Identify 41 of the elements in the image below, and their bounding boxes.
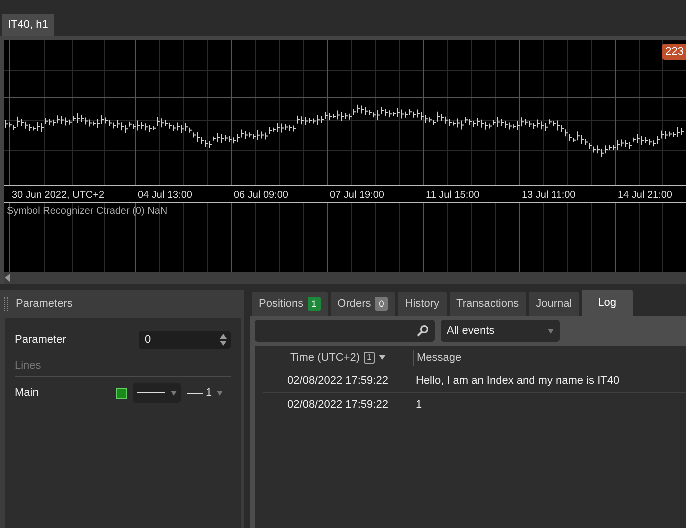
solid-line-icon: [137, 392, 165, 394]
time-axis-label: 06 Jul 09:00: [234, 190, 288, 201]
dropdown-arrow-icon: [171, 390, 177, 396]
time-axis-label: 14 Jul 21:00: [618, 190, 672, 201]
tab[interactable]: Orders 0: [330, 292, 396, 316]
time-axis-label: 11 Jul 15:00: [426, 190, 480, 201]
tab[interactable]: Transactions: [450, 292, 526, 316]
tab[interactable]: History: [398, 292, 447, 316]
spinner-arrows-icon[interactable]: [220, 334, 227, 346]
table-cell: 1: [416, 398, 422, 410]
section-label: Lines: [15, 360, 42, 372]
scroll-left-icon[interactable]: [5, 274, 11, 282]
table-cell: 02/08/2022 17:59:22: [288, 398, 388, 410]
line-label: Main: [15, 387, 39, 399]
color-swatch[interactable]: [116, 388, 127, 398]
dropdown-arrow-icon: [217, 390, 224, 396]
column-header[interactable]: Time (UTC+2): [290, 352, 360, 364]
table-cell: Hello, I am an Index and my name is IT40: [416, 374, 620, 386]
tab[interactable]: Journal: [529, 292, 580, 316]
dropdown-arrow-icon: [548, 328, 554, 334]
search-icon: [417, 325, 429, 337]
table-cell: 02/08/2022 17:59:22: [288, 374, 388, 386]
parameter-label: Parameter: [15, 334, 66, 346]
chart-tab[interactable]: IT40, h1: [2, 14, 54, 36]
thickness-dropdown[interactable]: 1: [187, 387, 231, 399]
indicator-label: Symbol Recognizer Ctrader (0) NaN: [7, 206, 168, 217]
time-axis-label: 07 Jul 19:00: [330, 190, 384, 201]
sort-icon: [378, 355, 386, 360]
number-field[interactable]: 0: [139, 331, 231, 349]
event-filter-dropdown[interactable]: All events: [441, 320, 560, 342]
panel-title: Parameters: [16, 298, 73, 310]
line-style-dropdown[interactable]: [133, 383, 181, 403]
tab[interactable]: Log: [582, 290, 633, 316]
search-field[interactable]: [255, 320, 435, 342]
time-axis-label: 30 Jun 2022, UTC+2: [12, 190, 105, 201]
column-header[interactable]: Message: [417, 352, 462, 364]
tab[interactable]: Positions 1: [252, 292, 328, 316]
price-badge: 223: [662, 44, 686, 60]
sort-index: 1: [364, 352, 375, 364]
time-axis-label: 04 Jul 13:00: [138, 190, 192, 201]
time-axis-label: 13 Jul 11:00: [522, 190, 576, 201]
